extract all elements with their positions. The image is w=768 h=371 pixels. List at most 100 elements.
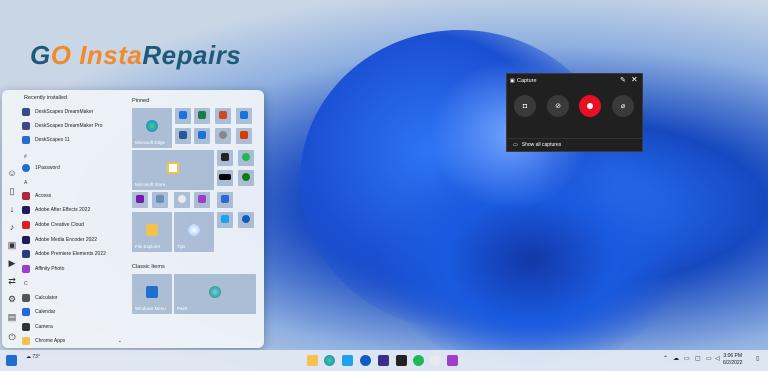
tile-area: Pinned Microsoft Edge Microsoft Store Fi… bbox=[130, 90, 264, 348]
tile-photoshop[interactable] bbox=[194, 192, 210, 208]
display-icon[interactable]: ▭ bbox=[706, 355, 712, 362]
logo-o: O bbox=[50, 40, 72, 70]
list-item[interactable]: Calculator bbox=[22, 292, 122, 304]
tile-excel[interactable] bbox=[194, 108, 210, 124]
list-item[interactable]: Calendar bbox=[22, 306, 122, 318]
record-last-button[interactable]: ⊘ bbox=[547, 95, 569, 117]
tile-media[interactable] bbox=[217, 150, 233, 166]
list-item[interactable]: DeskScapes 11 bbox=[22, 134, 122, 146]
tile-photos[interactable] bbox=[194, 128, 210, 144]
photoshop-icon bbox=[198, 195, 206, 204]
settings-gear-icon[interactable]: ⚙ bbox=[7, 294, 17, 304]
affinity-icon[interactable] bbox=[447, 355, 458, 366]
tile-microsoft-store[interactable]: Microsoft Store bbox=[132, 150, 214, 190]
chat-icon[interactable]: ▢ bbox=[695, 355, 701, 362]
tile-file-explorer[interactable]: File Explorer bbox=[132, 212, 172, 252]
access-icon bbox=[22, 192, 30, 200]
windows-menu-icon bbox=[146, 286, 158, 298]
media-icon bbox=[221, 153, 229, 162]
twitter-icon[interactable] bbox=[342, 355, 353, 366]
spotify-icon[interactable] bbox=[413, 355, 424, 366]
chevron-up-icon[interactable]: ⌃ bbox=[663, 355, 668, 362]
list-item[interactable]: Adobe After Effects 2022 bbox=[22, 204, 122, 216]
affinity-photo-icon bbox=[22, 265, 30, 273]
excel-icon bbox=[198, 111, 206, 120]
mic-toggle-button[interactable]: ⌀ bbox=[612, 95, 634, 117]
deskscapes-icon bbox=[22, 136, 30, 144]
tile-tips[interactable]: Tips bbox=[174, 212, 214, 252]
network-icon[interactable]: ▭ bbox=[684, 355, 690, 362]
start-windows-icon[interactable] bbox=[6, 355, 17, 366]
folder-icon bbox=[146, 224, 158, 236]
tile-microsoft-edge[interactable]: Microsoft Edge bbox=[132, 108, 172, 148]
videos-icon[interactable]: ▶ bbox=[7, 258, 17, 268]
user-avatar-icon[interactable]: ☺ bbox=[7, 168, 17, 178]
tile-windows-menu[interactable]: Windows Menu bbox=[132, 274, 172, 314]
file-explorer-icon[interactable] bbox=[307, 355, 318, 366]
section-letter[interactable]: A bbox=[24, 180, 27, 186]
record-last-icon: ⊘ bbox=[555, 103, 561, 110]
list-item[interactable]: DeskScapes DreamMaker Pro bbox=[22, 120, 122, 132]
tile-netflix[interactable] bbox=[217, 170, 233, 186]
screenshot-button[interactable]: ◘ bbox=[514, 95, 536, 117]
tile-paint[interactable]: Paint bbox=[174, 274, 256, 314]
weather-widget[interactable]: ☁ 73° bbox=[26, 354, 40, 360]
gallery-icon: ▭ bbox=[513, 142, 518, 148]
tile-office[interactable] bbox=[236, 128, 252, 144]
tile-outlook[interactable] bbox=[175, 108, 191, 124]
section-letter[interactable]: # bbox=[24, 154, 27, 160]
camera-icon bbox=[22, 323, 30, 331]
tile-chrome[interactable] bbox=[174, 192, 190, 208]
tile-twitter[interactable] bbox=[217, 212, 233, 228]
calendar-icon bbox=[22, 308, 30, 316]
chrome-icon bbox=[178, 195, 186, 204]
file-explorer-icon[interactable]: ▤ bbox=[7, 312, 17, 322]
tile-word[interactable] bbox=[175, 128, 191, 144]
deskscapes-icon[interactable] bbox=[378, 355, 389, 366]
cloud-icon[interactable]: ☁ bbox=[673, 355, 679, 362]
edge-icon bbox=[146, 120, 158, 132]
list-item[interactable]: Adobe Creative Cloud bbox=[22, 219, 122, 231]
section-letter[interactable]: C bbox=[24, 281, 28, 287]
tile-onenote[interactable] bbox=[132, 192, 148, 208]
1password-icon[interactable] bbox=[360, 355, 371, 366]
instarepairs-logo: GO InstaRepairs bbox=[30, 40, 241, 71]
tile-notepad[interactable] bbox=[152, 192, 168, 208]
music-icon[interactable]: ♪ bbox=[7, 222, 17, 232]
network-icon[interactable]: ⇄ bbox=[7, 276, 17, 286]
clock[interactable]: 3:06 PM 6/2/2022 bbox=[723, 353, 742, 367]
list-item[interactable]: Affinity Photo bbox=[22, 263, 122, 275]
edge-icon[interactable] bbox=[324, 355, 335, 366]
1password-icon bbox=[242, 215, 250, 224]
list-item[interactable]: Adobe Premiere Elements 2022 bbox=[22, 248, 122, 260]
list-item[interactable]: Adobe Media Encoder 2022 bbox=[22, 234, 122, 246]
list-item[interactable]: Chrome Apps ⌄ bbox=[22, 335, 122, 347]
close-icon[interactable]: ✕ bbox=[631, 75, 638, 84]
downloads-icon[interactable]: ↓ bbox=[7, 204, 17, 214]
show-all-captures-link[interactable]: ▭ Show all captures bbox=[507, 138, 642, 151]
list-item[interactable]: Camera bbox=[22, 321, 122, 333]
tile-settings[interactable] bbox=[215, 128, 231, 144]
list-item[interactable]: 1Password bbox=[22, 162, 122, 174]
tile-mail[interactable] bbox=[236, 108, 252, 124]
after-effects-icon bbox=[22, 206, 30, 214]
documents-icon[interactable]: ▯ bbox=[7, 186, 17, 196]
power-icon[interactable]: ⏻ bbox=[7, 332, 17, 342]
tile-spotify[interactable] bbox=[238, 150, 254, 166]
chrome-icon[interactable] bbox=[430, 355, 441, 366]
onenote-icon bbox=[136, 195, 144, 204]
tile-xbox[interactable] bbox=[238, 170, 254, 186]
list-item[interactable]: DeskScapes DreamMaker bbox=[22, 106, 122, 118]
list-item[interactable]: Access bbox=[22, 190, 122, 202]
volume-icon[interactable]: ◁ bbox=[715, 355, 720, 362]
pictures-icon[interactable]: ▣ bbox=[7, 240, 17, 250]
tile-1password[interactable] bbox=[238, 212, 254, 228]
media-icon[interactable] bbox=[396, 355, 407, 366]
pin-icon[interactable]: ✎ bbox=[620, 76, 626, 84]
tile-app[interactable] bbox=[217, 192, 233, 208]
capture-app-icon: ▣ bbox=[510, 78, 515, 84]
start-recording-button[interactable] bbox=[579, 95, 601, 117]
notification-icon[interactable]: ▯ bbox=[756, 355, 759, 362]
tile-powerpoint[interactable] bbox=[215, 108, 231, 124]
logo-repairs: Repairs bbox=[142, 40, 242, 70]
